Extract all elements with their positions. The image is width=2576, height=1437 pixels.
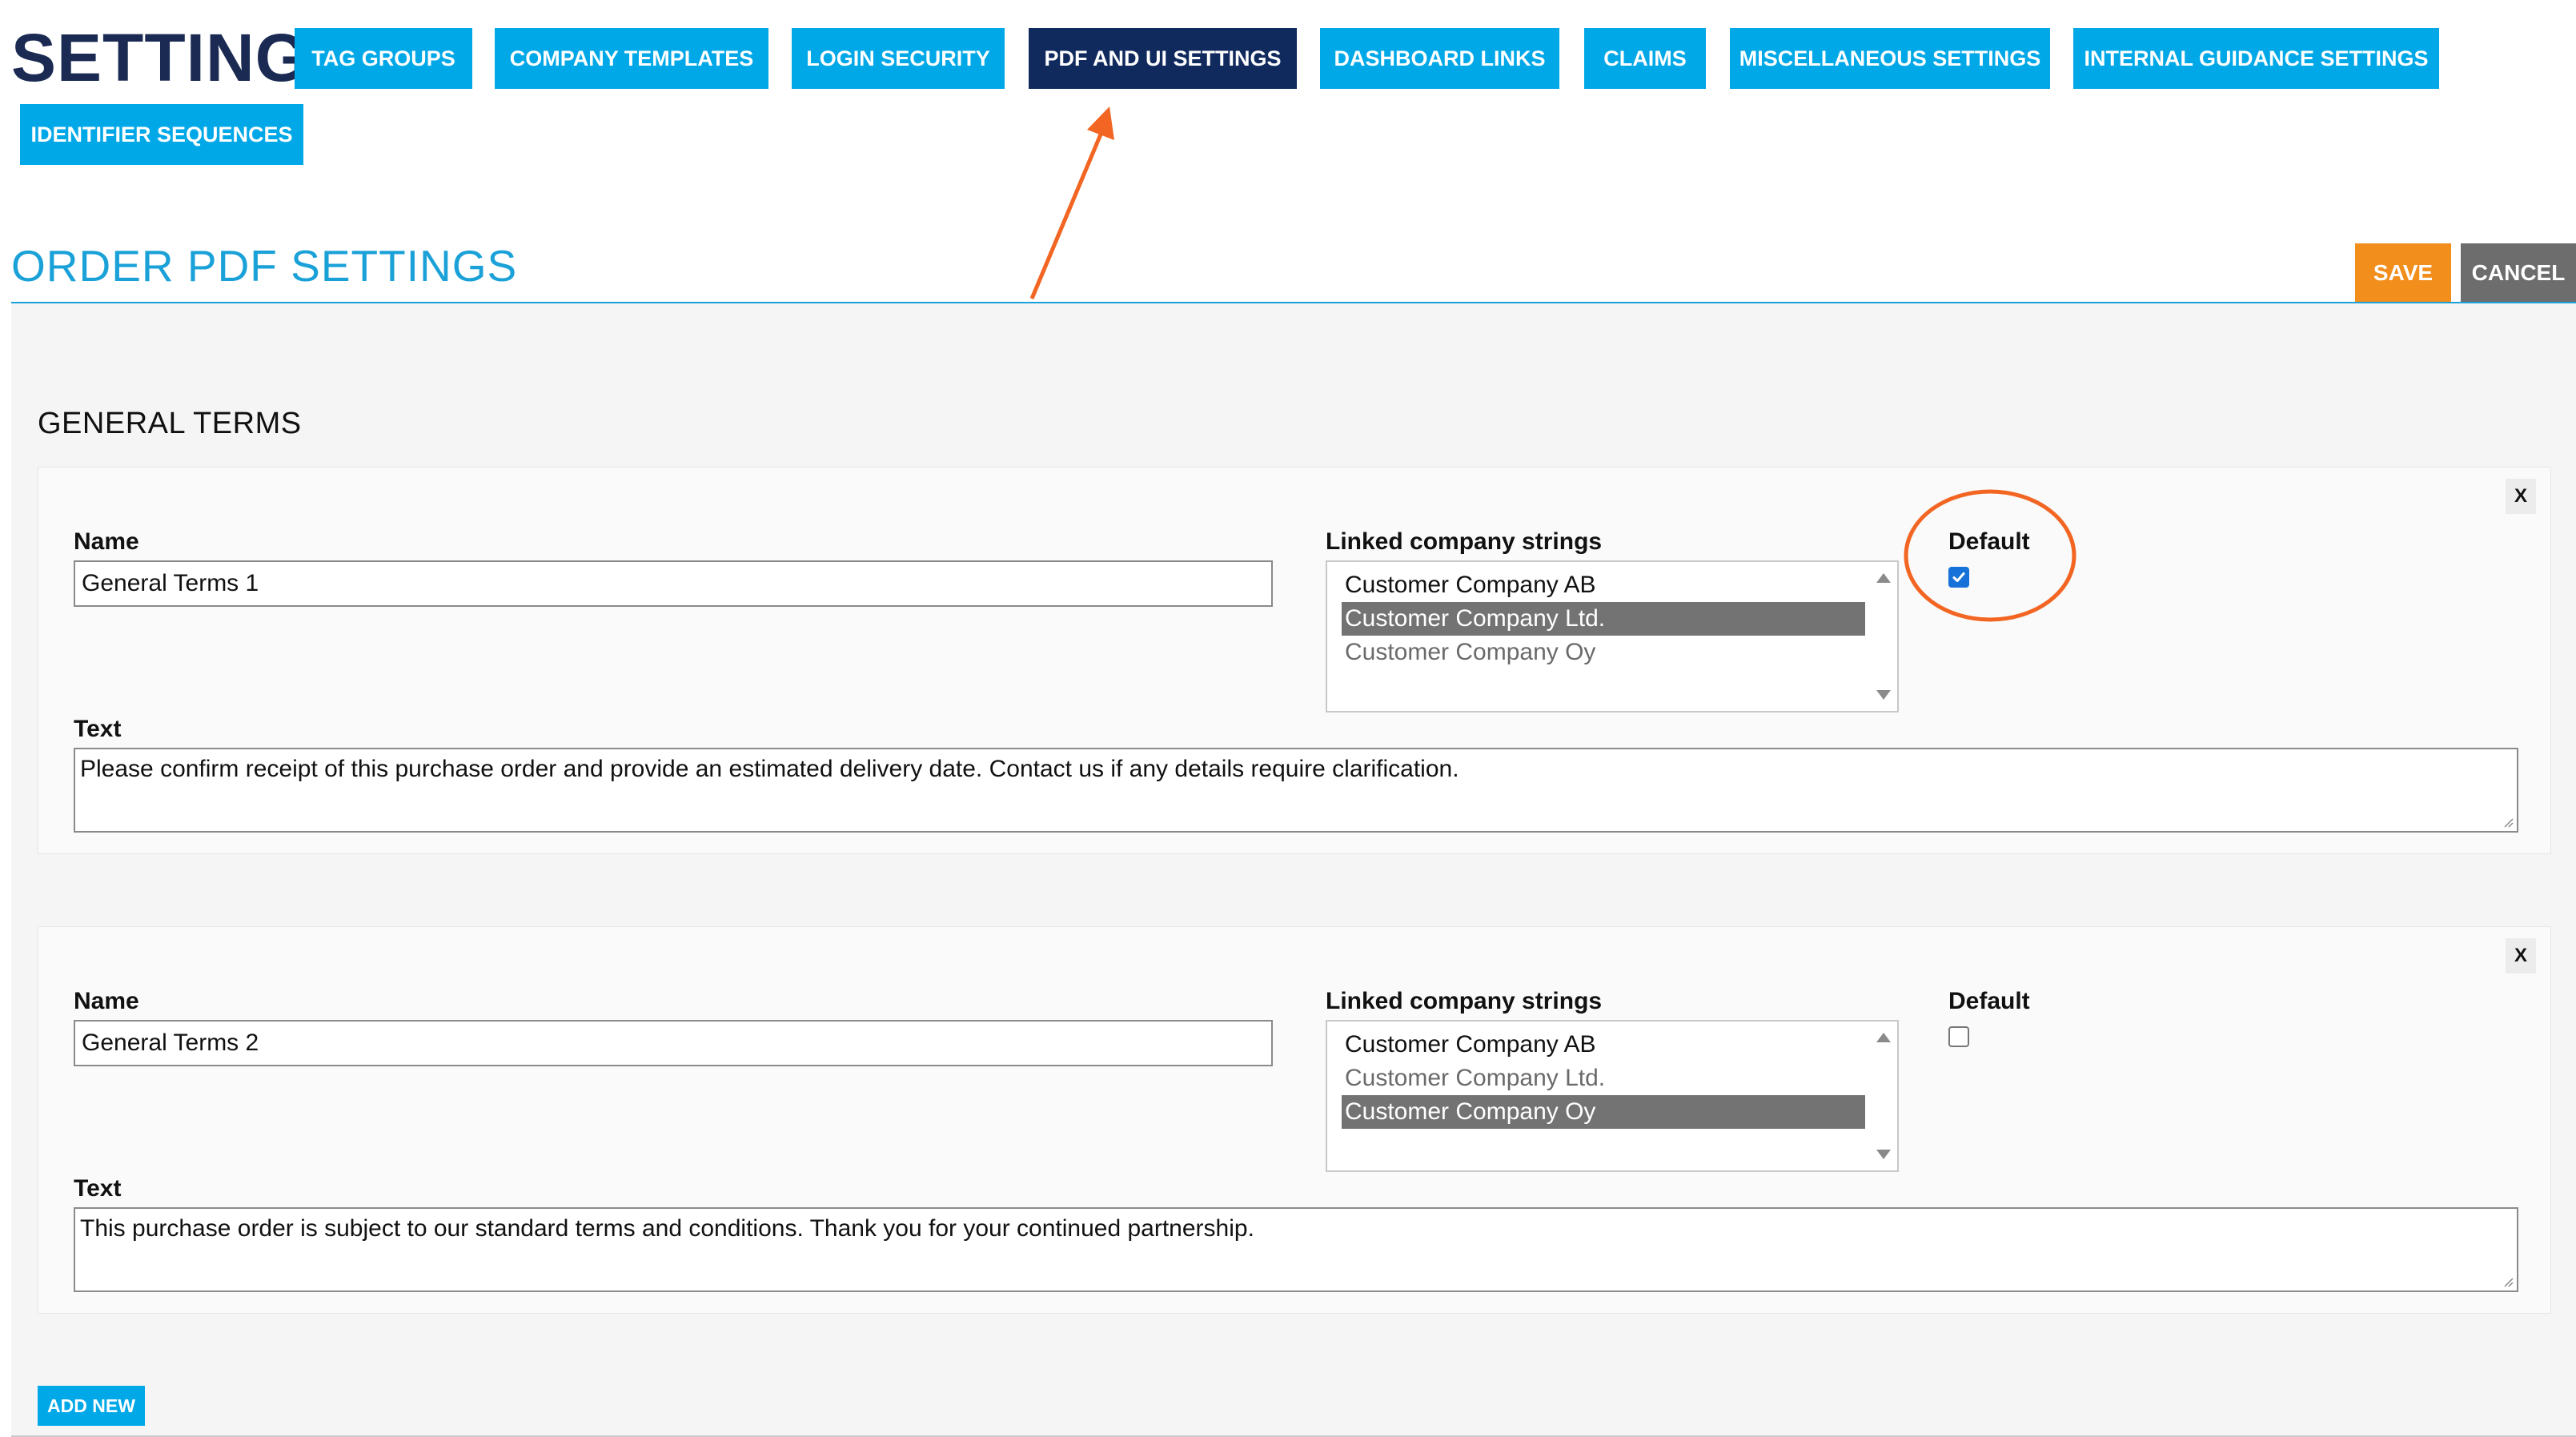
remove-card-button[interactable]: X [2506,479,2536,514]
general-terms-card-2: X Name Linked company strings Customer C… [38,926,2551,1314]
list-option[interactable]: Customer Company AB [1342,568,1865,602]
tab-company-templates[interactable]: COMPANY TEMPLATES [495,28,768,89]
linked-company-strings-listbox[interactable]: Customer Company AB Customer Company Ltd… [1326,1020,1899,1172]
annotation-arrow-line [1029,130,1105,299]
list-option[interactable]: Customer Company Oy [1342,636,1865,669]
text-textarea[interactable]: Please confirm receipt of this purchase … [74,748,2518,833]
name-label: Name [74,988,139,1014]
tab-claims[interactable]: CLAIMS [1584,28,1706,89]
textarea-content: Please confirm receipt of this purchase … [80,756,1459,782]
linked-company-strings-label: Linked company strings [1326,988,1603,1014]
name-label: Name [74,528,139,555]
tab-tag-groups[interactable]: TAG GROUPS [295,28,472,89]
remove-card-button[interactable]: X [2506,938,2536,973]
scroll-down-arrow-icon[interactable] [1876,690,1891,700]
list-option[interactable]: Customer Company Ltd. [1342,1062,1865,1095]
tab-dashboard-links[interactable]: DASHBOARD LINKS [1320,28,1559,89]
section-title: ORDER PDF SETTINGS [11,241,518,291]
resize-grip-icon[interactable] [2502,817,2514,828]
name-input[interactable] [74,560,1273,607]
annotation-arrowhead-icon [1087,106,1114,140]
list-option-selected[interactable]: Customer Company Oy [1342,1095,1865,1129]
scroll-up-arrow-icon[interactable] [1876,1033,1891,1042]
scroll-up-arrow-icon[interactable] [1876,573,1891,583]
save-button[interactable]: SAVE [2355,243,2451,303]
default-label: Default [1948,528,2030,555]
add-new-button[interactable]: ADD NEW [38,1386,145,1426]
name-input[interactable] [74,1020,1273,1066]
list-option[interactable]: Customer Company AB [1342,1028,1865,1062]
scroll-down-arrow-icon[interactable] [1876,1150,1891,1159]
text-textarea[interactable]: This purchase order is subject to our st… [74,1207,2518,1292]
linked-company-strings-label: Linked company strings [1326,528,1603,555]
tab-miscellaneous-settings[interactable]: MISCELLANEOUS SETTINGS [1730,28,2050,89]
linked-company-strings-listbox[interactable]: Customer Company AB Customer Company Ltd… [1326,560,1899,712]
resize-grip-icon[interactable] [2502,1276,2514,1287]
default-checkbox-checked[interactable] [1948,567,1969,588]
text-label: Text [74,716,122,742]
cancel-button[interactable]: CANCEL [2461,243,2576,303]
default-label: Default [1948,988,2030,1014]
general-terms-title: GENERAL TERMS [38,407,302,440]
default-checkbox-unchecked[interactable] [1948,1026,1969,1047]
tab-login-security[interactable]: LOGIN SECURITY [792,28,1005,89]
checkmark-icon [1952,572,1965,582]
tab-pdf-and-ui-settings[interactable]: PDF AND UI SETTINGS [1029,28,1297,89]
section-divider [11,302,2576,303]
tab-internal-guidance-settings[interactable]: INTERNAL GUIDANCE SETTINGS [2073,28,2439,89]
text-label: Text [74,1175,122,1202]
textarea-content: This purchase order is subject to our st… [80,1215,1254,1242]
tab-identifier-sequences[interactable]: IDENTIFIER SEQUENCES [20,104,303,165]
list-option-selected[interactable]: Customer Company Ltd. [1342,602,1865,636]
general-terms-card-1: X Name Linked company strings Customer C… [38,467,2551,854]
